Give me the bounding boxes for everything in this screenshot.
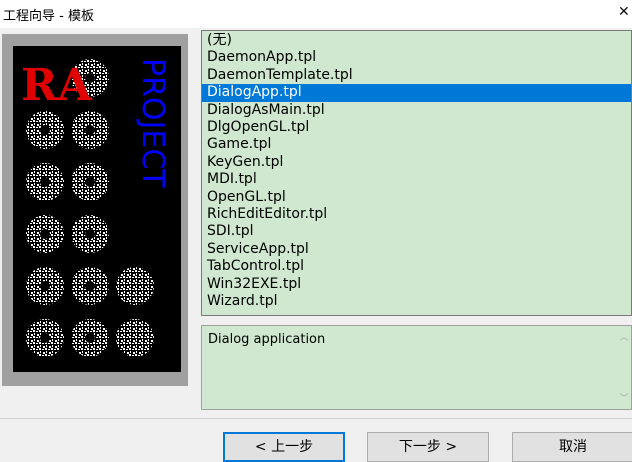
- swirl-center: [40, 281, 50, 291]
- logo-word: PROJECT: [135, 58, 170, 188]
- logo-graphic: RA PROJECT: [15, 48, 179, 370]
- list-item[interactable]: OpenGL.tpl: [202, 189, 631, 206]
- cancel-button[interactable]: 取消: [512, 432, 632, 462]
- list-item[interactable]: DaemonApp.tpl: [202, 49, 631, 66]
- swirl-center: [40, 229, 50, 239]
- list-item[interactable]: Win32EXE.tpl: [202, 276, 631, 293]
- swirl-center: [40, 177, 50, 187]
- description-box: Dialog application ︿ ﹀: [201, 325, 632, 410]
- list-item[interactable]: SDI.tpl: [202, 223, 631, 240]
- scroll-up-icon[interactable]: ︿: [619, 334, 629, 343]
- next-button[interactable]: 下一步 >: [367, 432, 489, 462]
- swirl-center: [40, 125, 50, 135]
- template-list[interactable]: (无) DaemonApp.tpl DaemonTemplate.tpl Dialog…: [201, 30, 632, 316]
- list-item[interactable]: KeyGen.tpl: [202, 154, 631, 171]
- logo-mark: RA: [21, 60, 93, 111]
- footer-separator: [0, 418, 632, 419]
- scroll-down-icon[interactable]: ﹀: [619, 395, 629, 404]
- list-item[interactable]: DialogApp.tpl: [202, 84, 631, 102]
- swirl-tile: [116, 319, 154, 357]
- list-item[interactable]: DlgOpenGL.tpl: [202, 119, 631, 136]
- swirl-center: [40, 333, 50, 343]
- back-button[interactable]: < 上一步: [223, 432, 345, 462]
- swirl-tile: [116, 267, 154, 305]
- swirl-center: [85, 229, 95, 239]
- list-item[interactable]: Wizard.tpl: [202, 293, 631, 310]
- list-item[interactable]: TabControl.tpl: [202, 258, 631, 275]
- description-text: Dialog application: [208, 332, 326, 347]
- list-item[interactable]: ServiceApp.tpl: [202, 241, 631, 258]
- logo-panel: RA PROJECT: [2, 34, 188, 386]
- list-item[interactable]: DaemonTemplate.tpl: [202, 67, 631, 84]
- swirl-center: [85, 281, 95, 291]
- swirl-center: [85, 333, 95, 343]
- description-scrollbar[interactable]: ︿ ﹀: [616, 326, 631, 409]
- list-item[interactable]: Game.tpl: [202, 136, 631, 153]
- list-item[interactable]: (无): [202, 32, 631, 49]
- project-logo: RA PROJECT: [13, 46, 181, 372]
- close-icon[interactable]: ✕: [618, 4, 632, 20]
- swirl-center: [85, 177, 95, 187]
- swirl-center: [85, 125, 95, 135]
- list-item[interactable]: MDI.tpl: [202, 171, 631, 188]
- list-item[interactable]: RichEditEditor.tpl: [202, 206, 631, 223]
- list-item[interactable]: DialogAsMain.tpl: [202, 102, 631, 119]
- title-bar: 工程向导 - 模板 ✕: [0, 0, 632, 28]
- window-title: 工程向导 - 模板: [3, 9, 94, 24]
